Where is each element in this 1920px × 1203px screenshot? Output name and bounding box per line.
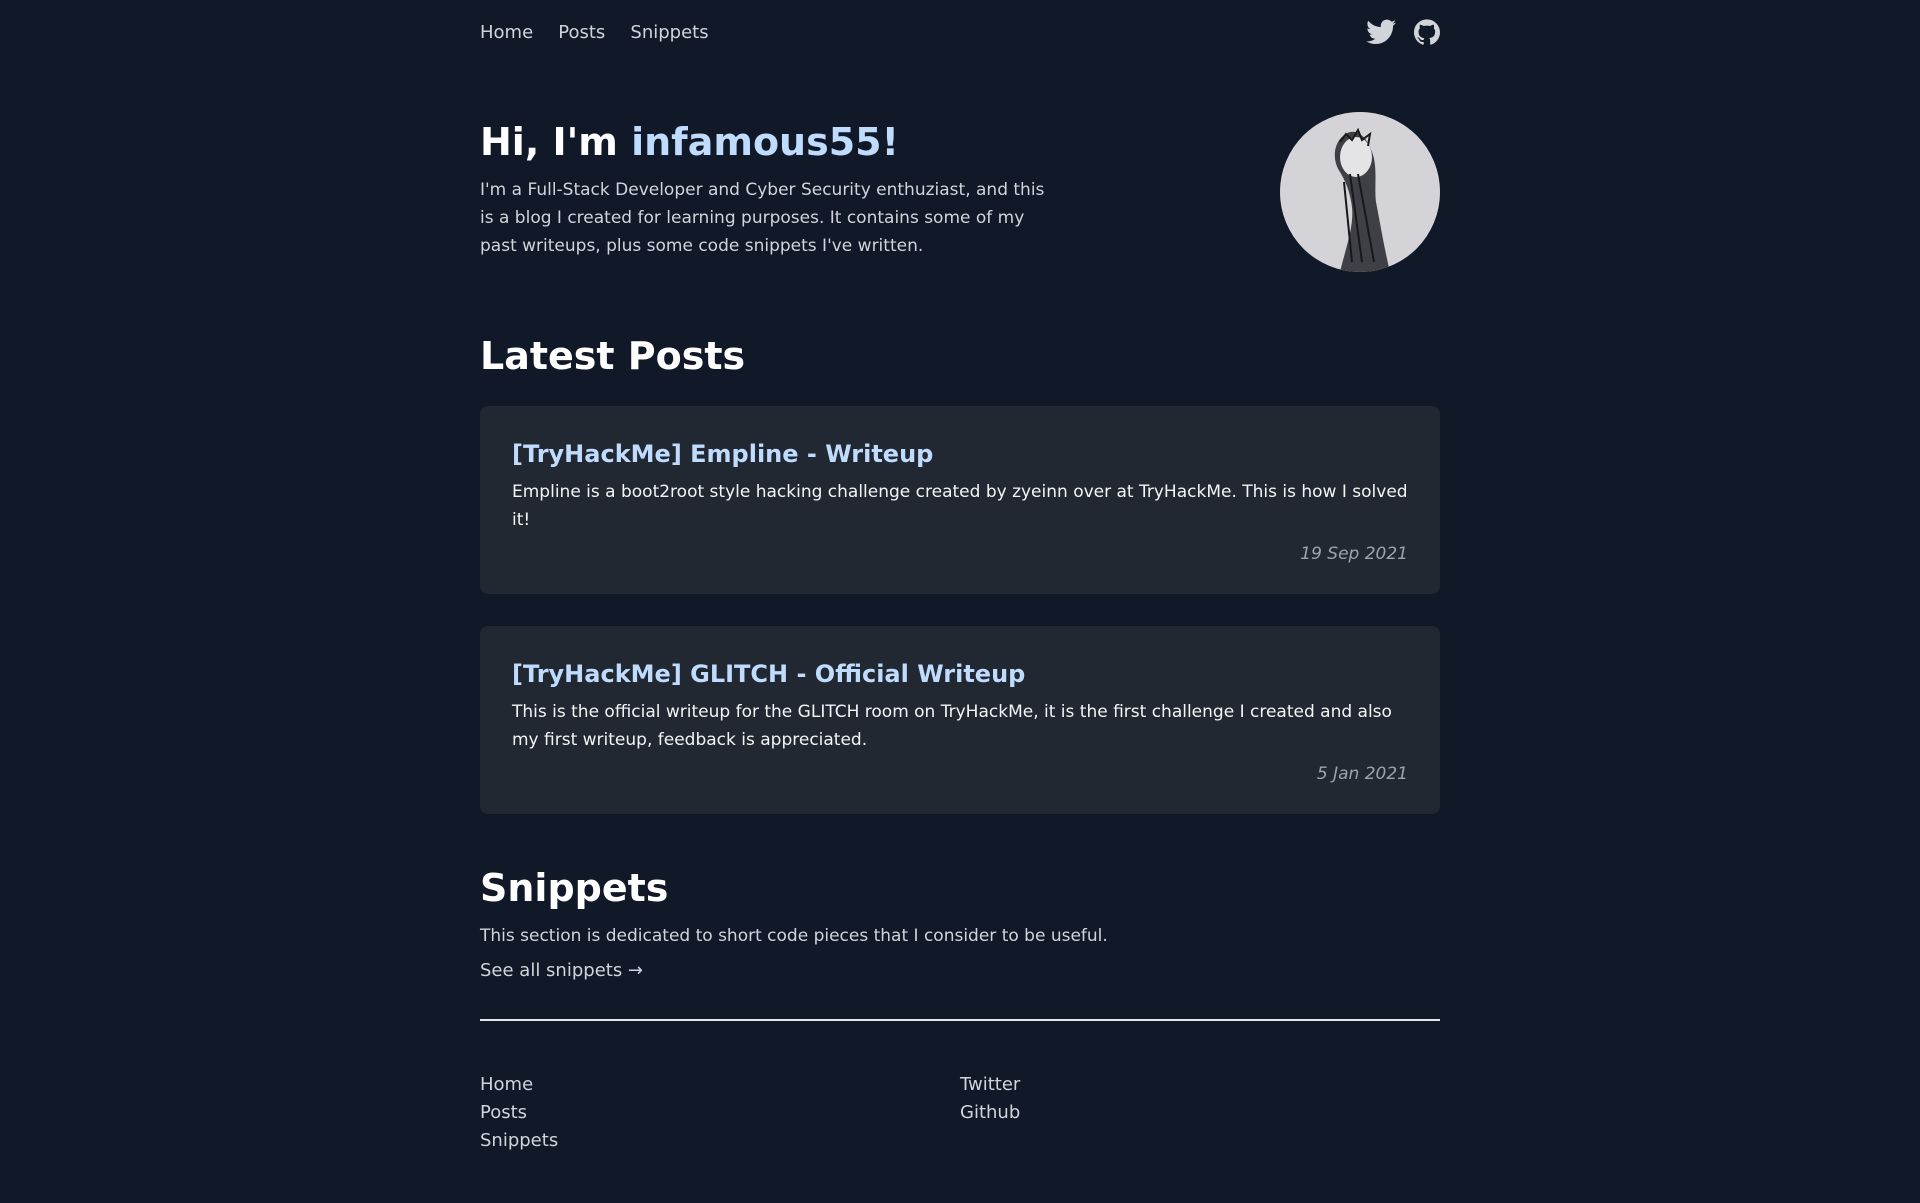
footer-link-home[interactable]: Home <box>480 1071 960 1099</box>
footer-link-posts[interactable]: Posts <box>480 1099 960 1127</box>
top-nav: Home Posts Snippets <box>480 0 1440 64</box>
hero-bio: I'm a Full-Stack Developer and Cyber Sec… <box>480 179 1045 256</box>
twitter-icon[interactable] <box>1366 19 1396 45</box>
post-date: 5 Jan 2021 <box>1316 764 1408 784</box>
nav-link-snippets[interactable]: Snippets <box>630 22 708 43</box>
post-date: 19 Sep 2021 <box>1300 544 1408 564</box>
post-title-link[interactable]: [TryHackMe] Empline - Writeup <box>512 440 1408 468</box>
footer-link-github[interactable]: Github <box>960 1099 1440 1127</box>
hero-text: Hi, I'm infamous55! I'm a Full-Stack Dev… <box>480 112 1060 260</box>
snippets-description: This section is dedicated to short code … <box>480 926 1108 946</box>
avatar-illustration <box>1280 112 1440 272</box>
avatar <box>1280 112 1440 272</box>
hero-heading: Hi, I'm infamous55! <box>480 120 1060 166</box>
github-icon[interactable] <box>1414 19 1440 45</box>
nav-link-home[interactable]: Home <box>480 22 533 43</box>
footer-col-pages: Home Posts Snippets <box>480 1071 960 1155</box>
snippets-heading: Snippets <box>480 866 669 910</box>
page-container: Home Posts Snippets Hi, I'm infamous55! … <box>480 0 1440 1155</box>
hero-section: Hi, I'm infamous55! I'm a Full-Stack Dev… <box>480 112 1440 272</box>
nav-link-posts[interactable]: Posts <box>558 22 605 43</box>
footer-link-twitter[interactable]: Twitter <box>960 1071 1440 1099</box>
nav-links: Home Posts Snippets <box>480 22 729 43</box>
footer-divider <box>480 1019 1440 1021</box>
post-excerpt: This is the official writeup for the GLI… <box>512 702 1392 750</box>
latest-posts-heading: Latest Posts <box>480 334 746 378</box>
hero-greeting: Hi, I'm <box>480 120 632 164</box>
post-card: [TryHackMe] Empline - Writeup Empline is… <box>480 406 1440 594</box>
post-card: [TryHackMe] GLITCH - Official Writeup Th… <box>480 626 1440 814</box>
footer-col-social: Twitter Github <box>960 1071 1440 1155</box>
post-title-link[interactable]: [TryHackMe] GLITCH - Official Writeup <box>512 660 1408 688</box>
see-all-snippets-link[interactable]: See all snippets → <box>480 960 643 981</box>
footer-link-snippets[interactable]: Snippets <box>480 1127 960 1155</box>
social-icons <box>1366 19 1440 45</box>
footer: Home Posts Snippets Twitter Github <box>480 1071 1440 1155</box>
post-excerpt: Empline is a boot2root style hacking cha… <box>512 482 1408 530</box>
hero-name: infamous55! <box>631 120 899 164</box>
